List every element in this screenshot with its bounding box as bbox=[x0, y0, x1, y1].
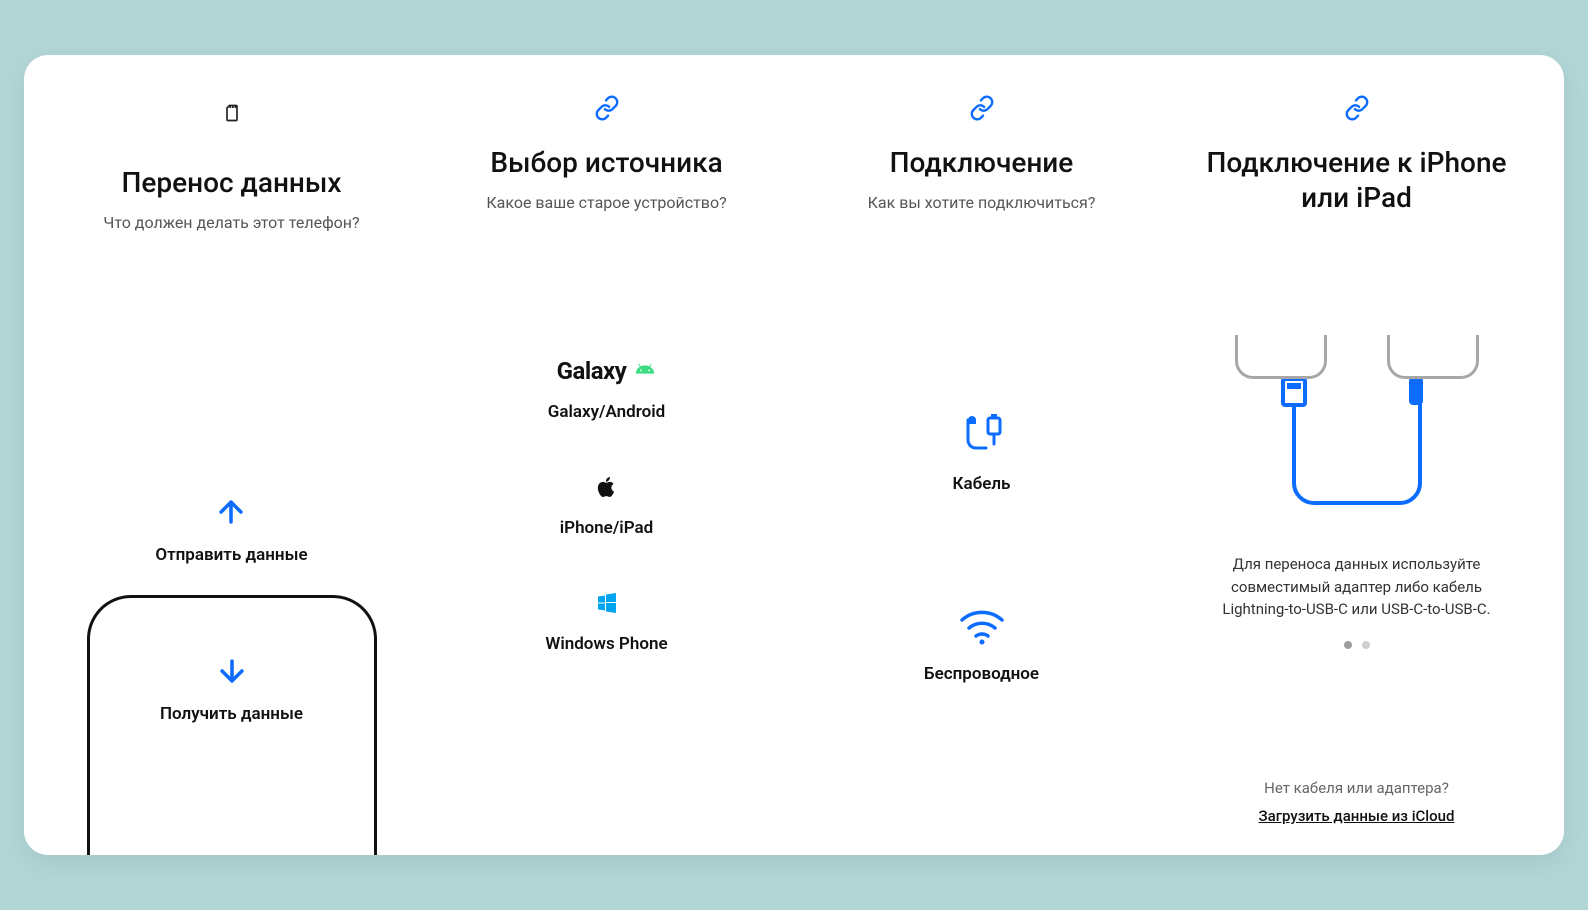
cable-label: Кабель bbox=[953, 474, 1011, 494]
col1-title: Перенос данных bbox=[56, 165, 407, 200]
galaxy-logo-row: Galaxy bbox=[557, 354, 657, 388]
col3-header: Подключение Как вы хотите подключиться? bbox=[806, 145, 1157, 214]
device-slot-left bbox=[1235, 335, 1327, 379]
col2-header: Выбор источника Какое ваше старое устрой… bbox=[431, 145, 782, 214]
receive-label: Получить данные bbox=[160, 704, 303, 724]
send-label: Отправить данные bbox=[155, 545, 307, 565]
col2-body: Galaxy Galaxy/Android iPhone/iPad Window… bbox=[545, 354, 667, 654]
source-label-windows: Windows Phone bbox=[545, 634, 667, 654]
col4-footer: Нет кабеля или адаптера? Загрузить данны… bbox=[1259, 779, 1455, 825]
source-windows-phone[interactable]: Windows Phone bbox=[545, 586, 667, 654]
col3-subtitle: Как вы хотите подключиться? bbox=[806, 192, 1157, 214]
instruction-text: Для переноса данных используйте совмести… bbox=[1207, 553, 1507, 621]
galaxy-wordmark: Galaxy bbox=[557, 357, 627, 385]
wireless-label: Беспроводное bbox=[924, 664, 1039, 684]
col-iphone-connect: Подключение к iPhone или iPad Для перено… bbox=[1169, 95, 1544, 855]
link-icon bbox=[1344, 95, 1370, 121]
apple-icon bbox=[594, 470, 618, 504]
device-slot-right bbox=[1387, 335, 1479, 379]
source-iphone-ipad[interactable]: iPhone/iPad bbox=[560, 470, 653, 538]
arrow-up-icon bbox=[214, 514, 248, 533]
col2-subtitle: Какое ваше старое устройство? bbox=[431, 192, 782, 214]
connection-cable[interactable]: Кабель bbox=[953, 414, 1011, 494]
windows-icon bbox=[595, 586, 619, 620]
col3-title: Подключение bbox=[806, 145, 1157, 180]
source-label-galaxy: Galaxy/Android bbox=[548, 402, 665, 422]
col1-header: Перенос данных Что должен делать этот те… bbox=[56, 165, 407, 234]
sd-card-icon[interactable] bbox=[222, 103, 242, 127]
device-illustration bbox=[1235, 335, 1479, 379]
page-dots bbox=[1344, 641, 1370, 649]
col4-body: Для переноса данных используйте совмести… bbox=[1181, 335, 1532, 649]
android-icon bbox=[634, 358, 656, 384]
col-connection: Подключение Как вы хотите подключиться? … bbox=[794, 95, 1169, 855]
col4-title: Подключение к iPhone или iPad bbox=[1181, 145, 1532, 215]
main-card: Перенос данных Что должен делать этот те… bbox=[24, 55, 1564, 855]
page-dot-2[interactable] bbox=[1362, 641, 1370, 649]
wifi-icon bbox=[958, 604, 1006, 652]
col2-title: Выбор источника bbox=[431, 145, 782, 180]
cable-icon bbox=[958, 414, 1006, 462]
source-label-iphone: iPhone/iPad bbox=[560, 518, 653, 538]
link-icon bbox=[969, 95, 995, 121]
arrow-down-icon bbox=[215, 654, 249, 692]
link-icon bbox=[594, 95, 620, 121]
col1-body: Отправить данные Получить данные bbox=[56, 495, 407, 855]
col-source: Выбор источника Какое ваше старое устрой… bbox=[419, 95, 794, 855]
col1-subtitle: Что должен делать этот телефон? bbox=[56, 212, 407, 234]
send-option[interactable]: Отправить данные bbox=[155, 495, 307, 595]
source-galaxy-android[interactable]: Galaxy Galaxy/Android bbox=[548, 354, 665, 422]
icloud-link[interactable]: Загрузить данные из iCloud bbox=[1259, 807, 1455, 825]
col4-header: Подключение к iPhone или iPad bbox=[1181, 145, 1532, 215]
col-transfer: Перенос данных Что должен делать этот те… bbox=[44, 95, 419, 855]
receive-option[interactable]: Получить данные bbox=[87, 595, 377, 855]
cable-illustration-icon bbox=[1247, 379, 1467, 519]
footer-question: Нет кабеля или адаптера? bbox=[1259, 779, 1455, 797]
page-dot-1[interactable] bbox=[1344, 641, 1352, 649]
connection-wireless[interactable]: Беспроводное bbox=[924, 604, 1039, 684]
col3-body: Кабель Беспроводное bbox=[924, 414, 1039, 684]
